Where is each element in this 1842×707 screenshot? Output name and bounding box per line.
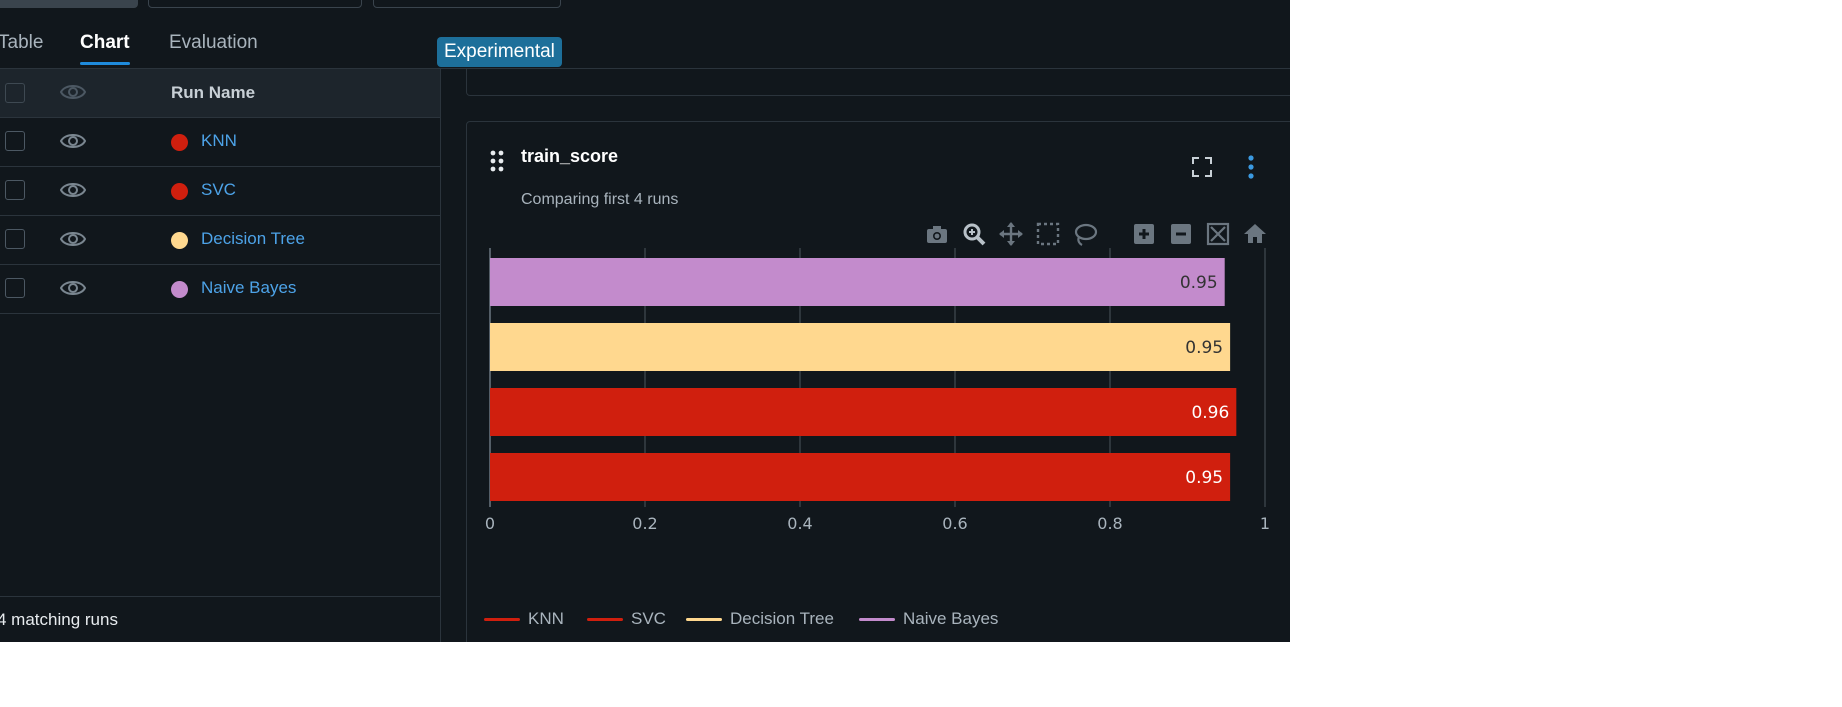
bar-value-label: 0.95 [1185,468,1223,488]
run-name-link[interactable]: KNN [201,131,237,151]
runs-table: Run Name KNN SVC Decision Tree Naive Bay… [0,69,441,642]
visibility-eye-icon[interactable] [60,179,86,201]
x-tick-label: 0.4 [787,514,812,533]
run-color-dot [171,183,188,200]
table-row: KNN [0,118,440,167]
bar[interactable] [490,388,1237,436]
row-checkbox[interactable] [5,229,25,249]
legend-label: Naive Bayes [903,609,999,628]
x-tick-label: 1 [1260,514,1270,533]
table-row: SVC [0,167,440,216]
legend-swatch [484,618,520,621]
x-tick-label: 0 [485,514,495,533]
visibility-eye-icon[interactable] [60,228,86,250]
select-all-checkbox[interactable] [5,83,25,103]
table-row: Decision Tree [0,216,440,265]
visibility-eye-icon[interactable] [60,81,86,103]
chart-card-previous [466,69,1290,96]
row-checkbox[interactable] [5,131,25,151]
row-checkbox[interactable] [5,278,25,298]
view-tabs: Table Chart Evaluation Experimental [0,24,1290,69]
active-tab-indicator [80,62,130,65]
matching-runs-count: 4 matching runs [0,610,118,629]
run-name-link[interactable]: Decision Tree [201,229,305,249]
bar-value-label: 0.96 [1191,403,1229,423]
tab-evaluation-label: Evaluation [169,32,258,53]
legend-label: SVC [631,609,666,628]
bar[interactable] [490,323,1231,371]
table-row: Naive Bayes [0,265,440,314]
tab-evaluation[interactable]: Evaluation Experimental [169,32,562,67]
run-color-dot [171,134,188,151]
legend-swatch [587,618,623,621]
chart-title: train_score [521,146,619,166]
tab-chart[interactable]: Chart [80,32,130,54]
more-options-icon[interactable] [1247,155,1255,179]
bar-chart[interactable]: 0.95 0.95 0.96 0.95 0 0.2 0.4 0.6 0.8 1 [470,240,1290,540]
bar-value-label: 0.95 [1185,338,1223,358]
visibility-eye-icon[interactable] [60,130,86,152]
run-color-dot [171,232,188,249]
bar-value-label: 0.95 [1180,273,1218,293]
toolbar-button[interactable] [148,0,362,8]
chart-subtitle: Comparing first 4 runs [521,191,679,208]
legend-label: Decision Tree [730,609,834,628]
row-checkbox[interactable] [5,180,25,200]
tab-table[interactable]: Table [0,32,43,54]
experimental-badge: Experimental [437,37,562,67]
legend-swatch [859,618,895,621]
toolbar-button[interactable] [0,0,138,8]
run-color-dot [171,281,188,298]
drag-handle-icon[interactable] [490,150,504,172]
legend-swatch [686,618,722,621]
x-tick-label: 0.8 [1097,514,1122,533]
x-tick-label: 0.2 [632,514,657,533]
app-window: Table Chart Evaluation Experimental Run … [0,0,1290,642]
run-name-link[interactable]: Naive Bayes [201,278,296,298]
visibility-eye-icon[interactable] [60,277,86,299]
x-tick-label: 0.6 [942,514,967,533]
fullscreen-icon[interactable] [1191,156,1213,178]
column-header-run-name[interactable]: Run Name [171,83,255,103]
bar[interactable] [490,258,1225,306]
legend-label: KNN [528,609,564,628]
bar[interactable] [490,453,1231,501]
table-header: Run Name [0,69,440,118]
toolbar-button[interactable] [373,0,561,8]
table-footer: 4 matching runs [0,596,440,642]
run-name-link[interactable]: SVC [201,180,236,200]
